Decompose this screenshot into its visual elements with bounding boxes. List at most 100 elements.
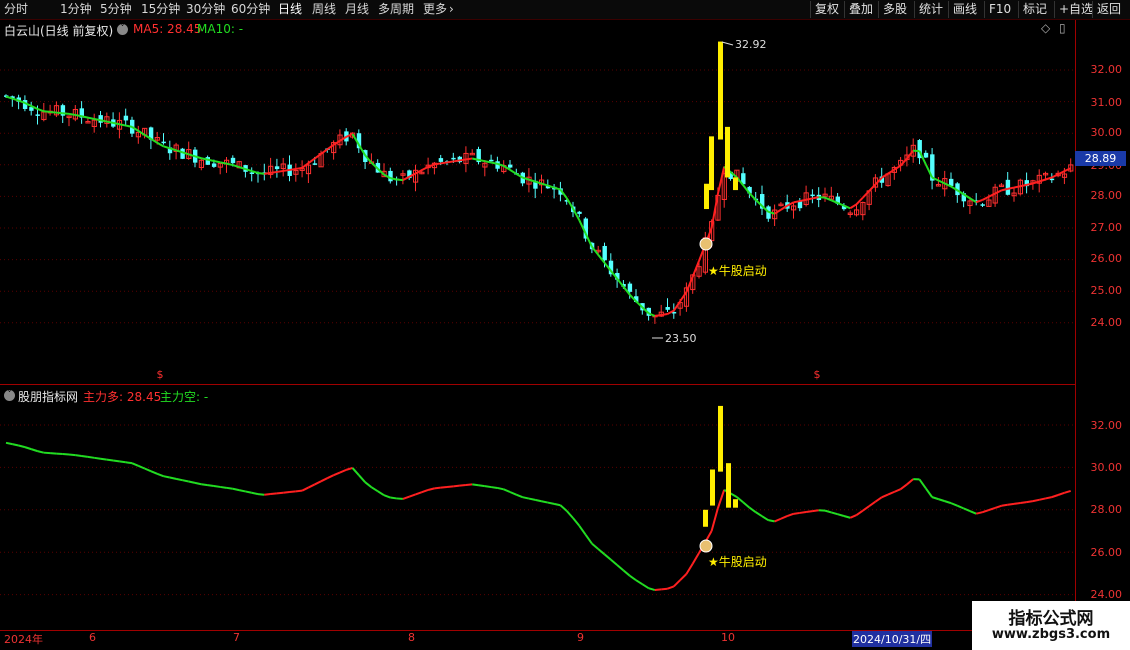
current-price-tag: 28.89 — [1075, 151, 1126, 166]
ma-line — [994, 189, 1002, 195]
ma-line — [748, 192, 757, 201]
watermark-title: 指标公式网 — [1008, 609, 1094, 629]
bull-bear-line — [710, 507, 719, 532]
candle-body — [451, 157, 456, 160]
bull-bear-line — [515, 493, 523, 499]
bull-bear-line — [831, 511, 838, 516]
ma-line — [1007, 186, 1015, 190]
bull-bear-line — [956, 504, 964, 510]
candle-body — [388, 170, 393, 182]
ma-line — [1020, 183, 1027, 188]
signal-bar — [733, 499, 738, 508]
candle-body — [230, 157, 236, 164]
y-tick: 32.00 — [1090, 419, 1123, 432]
ma-line — [982, 195, 990, 201]
bull-bear-line — [509, 491, 517, 496]
bull-bear-line — [106, 458, 114, 462]
bull-bear-line — [30, 448, 38, 453]
ma-line — [56, 111, 63, 115]
date-label: 7 — [233, 631, 240, 644]
bull-bear-line — [906, 478, 914, 486]
bull-bear-line — [667, 585, 675, 590]
bull-bear-line — [75, 454, 82, 458]
ma-line — [855, 196, 864, 205]
candle-body — [35, 114, 40, 116]
bull-bear-line — [289, 490, 296, 494]
bull-bear-line — [994, 504, 1002, 509]
bull-bear-line — [1051, 494, 1059, 499]
ma-line — [49, 110, 57, 114]
candle-body — [810, 194, 815, 197]
panel-toggle-icon[interactable]: ▯ — [1059, 21, 1066, 35]
y-tick: 30.00 — [1090, 126, 1123, 139]
ma-line — [226, 162, 234, 167]
candle-body — [577, 211, 582, 214]
stock-title: 白云山(日线 前复权) — [4, 24, 114, 38]
ma-line — [446, 160, 454, 164]
ma-line — [691, 260, 700, 278]
bull-bear-line — [761, 515, 769, 522]
bull-bear-line — [553, 502, 561, 507]
bull-bear-line — [1001, 503, 1008, 507]
bull-bear-line — [584, 534, 593, 545]
kline-chart[interactable]: $ $ — [0, 0, 1130, 650]
ma-line — [661, 313, 668, 317]
candle-body — [508, 164, 513, 168]
bull-bear-line — [868, 500, 876, 508]
ma-line — [314, 153, 322, 160]
dividend-marker-icon: $ — [814, 368, 821, 381]
bull-bear-line — [673, 579, 681, 588]
candle-body — [438, 158, 444, 162]
bull-bear-line — [654, 588, 662, 592]
bull-bear-line — [339, 468, 347, 474]
ma-line — [975, 198, 983, 204]
ma-line — [453, 159, 460, 163]
bull-bear-line — [364, 481, 373, 488]
chevron-down-icon[interactable]: ˅ — [4, 390, 15, 401]
bull-bear-line — [716, 489, 726, 509]
bull-bear-line — [220, 485, 227, 489]
watermark: 指标公式网 www.zbgs3.com — [972, 601, 1130, 650]
coin-icon — [699, 539, 713, 553]
bull-bear-line — [156, 472, 164, 478]
y-tick: 24.00 — [1090, 316, 1123, 329]
bull-bear-line — [969, 510, 977, 515]
ma-line — [289, 167, 296, 171]
ma-line — [868, 183, 877, 192]
signal-bar — [718, 41, 723, 140]
ma-line — [219, 161, 227, 165]
candle-body — [489, 159, 494, 162]
bull-bear-line — [68, 453, 76, 457]
bull-bear-line — [326, 474, 335, 480]
signal-bar — [726, 463, 731, 508]
ma-line — [716, 166, 726, 195]
bull-bear-line — [150, 470, 158, 475]
candle-body — [923, 152, 929, 158]
bull-bear-line — [370, 486, 379, 493]
y-tick: 31.00 — [1090, 96, 1123, 109]
ma-line — [799, 198, 807, 203]
diamond-icon[interactable]: ◇ — [1041, 21, 1050, 35]
bull-bear-line — [270, 492, 278, 496]
ma-line — [320, 148, 328, 155]
ma-line — [75, 113, 82, 118]
ma-line — [207, 158, 215, 162]
ma-line — [654, 314, 662, 318]
bull-bear-line — [1057, 491, 1065, 496]
y-tick: 30.00 — [1090, 461, 1123, 474]
candle-body — [274, 166, 280, 170]
ma-line — [509, 169, 517, 175]
chevron-down-icon[interactable]: ˅ — [117, 24, 128, 35]
ma-line — [565, 197, 574, 210]
bull-bear-line — [484, 485, 492, 489]
bull-bear-line — [465, 483, 473, 487]
low-price-label: 23.50 — [665, 332, 697, 345]
y-tick: 25.00 — [1090, 284, 1123, 297]
bull-bear-line — [125, 461, 133, 465]
y-tick: 28.00 — [1090, 189, 1123, 202]
bull-bear-line — [144, 467, 152, 473]
high-pointer — [721, 41, 734, 46]
watermark-url: www.zbgs3.com — [991, 627, 1111, 642]
date-label: 8 — [408, 631, 415, 644]
ma-line — [572, 208, 581, 221]
